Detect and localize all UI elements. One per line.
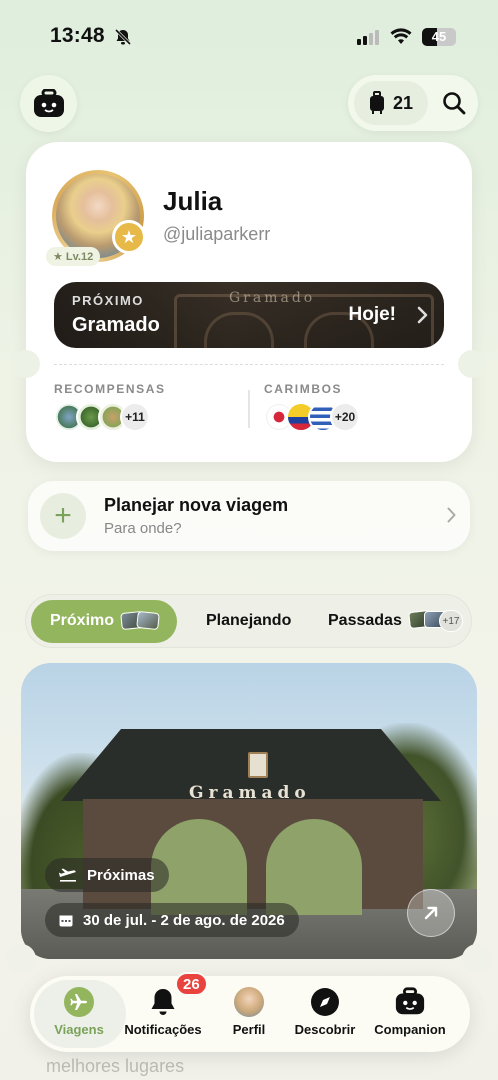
tab-label: Passadas: [328, 612, 402, 629]
level-star-icon: ★: [53, 251, 63, 263]
star-icon: ★: [112, 220, 146, 254]
tab-passadas[interactable]: Passadas +17: [318, 600, 468, 643]
gate-building: [83, 799, 423, 909]
stamps-label: CARIMBOS: [264, 382, 343, 396]
past-trips-more: +17: [439, 610, 463, 632]
tab-label: Próximo: [50, 612, 115, 629]
trip-status-tag: Próximas: [45, 858, 169, 892]
plan-subtitle: Para onde?: [104, 520, 182, 537]
next-trip-when: Hoje!: [348, 304, 397, 325]
trip-dates-text: 30 de jul. - 2 de ago. de 2026: [83, 911, 285, 929]
battery-percent: 45: [431, 29, 447, 44]
bottom-tab-bar: Viagens Notificações 26 Perfil Descobrir…: [30, 972, 470, 1052]
companion-bag-icon: [365, 986, 455, 1018]
gate-sign: Gramado: [189, 783, 311, 803]
level-badge: ★ Lv.12: [46, 247, 101, 266]
header-actions: 21: [348, 75, 478, 131]
trip-thumbnail: [136, 610, 160, 631]
tab-label: Descobrir: [294, 1022, 356, 1037]
luggage-count-button[interactable]: 21: [354, 81, 428, 125]
compass-icon: [280, 986, 370, 1018]
tab-label: Companion: [374, 1022, 446, 1037]
bell-muted-icon: [114, 28, 132, 51]
divider: [54, 364, 444, 365]
tab-label: Notificações: [124, 1022, 202, 1037]
battery-icon: 45: [422, 28, 456, 46]
ticket-notch: [458, 350, 486, 378]
tab-proximo[interactable]: Próximo: [31, 600, 177, 643]
rewards-chips[interactable]: +11: [54, 402, 204, 434]
tab-companion[interactable]: Companion: [365, 986, 455, 1037]
tab-descobrir[interactable]: Descobrir: [280, 986, 370, 1037]
luggage-icon: [369, 91, 384, 114]
companion-bag-icon: [33, 88, 64, 117]
profile-avatar-icon: [234, 987, 264, 1017]
notification-badge: 26: [175, 972, 208, 996]
tab-viagens[interactable]: Viagens: [34, 986, 124, 1037]
tab-planejando[interactable]: Planejando: [196, 600, 326, 643]
cellular-signal-icon: [357, 30, 379, 45]
companion-logo-button[interactable]: [20, 75, 77, 132]
gate-sign: Gramado: [229, 290, 316, 306]
next-trip-label: PRÓXIMO: [72, 293, 144, 308]
level-text: Lv.12: [65, 250, 94, 263]
ticket-notch: [6, 944, 36, 974]
trip-card[interactable]: Gramado Próximas 30 de jul. - 2 de ago. …: [21, 663, 477, 959]
search-icon[interactable]: [442, 91, 466, 120]
trip-filter-tabs: Próximo Planejando Passadas +17: [25, 594, 472, 648]
faded-subtitle: melhores lugares: [46, 1056, 185, 1076]
tab-label: Viagens: [54, 1022, 104, 1037]
profile-handle: @juliaparkerr: [163, 224, 271, 244]
next-trip-city: Gramado: [72, 314, 160, 336]
chevron-right-icon: [447, 507, 456, 528]
arrow-up-right-icon: [424, 906, 438, 920]
airplane-icon: [59, 868, 76, 882]
plan-new-trip-card[interactable]: + Planejar nova viagem Para onde?: [28, 481, 470, 551]
plus-icon: +: [40, 493, 86, 539]
rewards-label: RECOMPENSAS: [54, 382, 166, 396]
profile-card: ★ ★ Lv.12 Julia @juliaparkerr Gramado PRÓ…: [12, 142, 486, 462]
calendar-icon: [59, 915, 73, 926]
chevron-right-icon: [417, 306, 428, 329]
status-time: 13:48: [50, 24, 105, 47]
trip-status-text: Próximas: [87, 866, 155, 884]
next-trip-banner[interactable]: Gramado PRÓXIMO Gramado Hoje!: [54, 282, 444, 348]
gate-arch: [266, 819, 362, 915]
wifi-icon: [390, 28, 412, 50]
open-trip-button[interactable]: [407, 889, 455, 937]
stamps-chips[interactable]: +20: [264, 402, 414, 434]
stamps-more: +20: [330, 402, 360, 432]
airplane-icon: [64, 987, 94, 1017]
crest-icon: [248, 752, 268, 778]
plan-title: Planejar nova viagem: [104, 495, 289, 515]
ticket-notch: [462, 944, 492, 974]
profile-name: Julia: [163, 186, 223, 216]
trip-dates: 30 de jul. - 2 de ago. de 2026: [45, 903, 299, 937]
luggage-count: 21: [392, 92, 414, 113]
divider: [248, 390, 250, 428]
rewards-more: +11: [120, 402, 150, 432]
tab-label: Planejando: [206, 612, 292, 629]
ticket-notch: [12, 350, 40, 378]
